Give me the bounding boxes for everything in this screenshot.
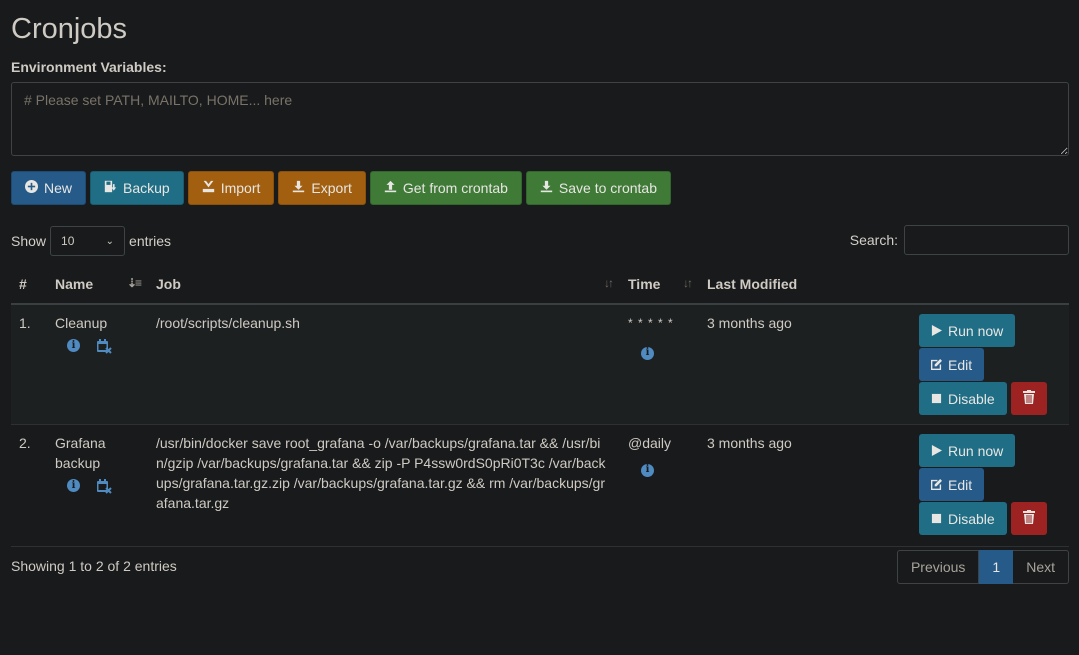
col-modified[interactable]: Last Modified bbox=[699, 264, 911, 305]
stop-icon bbox=[931, 509, 942, 529]
entries-label: entries bbox=[129, 233, 172, 249]
row-modified: 3 months ago bbox=[699, 304, 911, 425]
next-button[interactable]: Next bbox=[1013, 550, 1069, 584]
calendar-remove-icon[interactable] bbox=[96, 339, 112, 354]
sort-icon: ↓↑ bbox=[683, 276, 693, 290]
edit-button[interactable]: Edit bbox=[919, 348, 985, 381]
disable-label: Disable bbox=[948, 510, 995, 527]
edit-icon bbox=[931, 355, 942, 375]
col-job-label: Job bbox=[156, 275, 181, 292]
export-button[interactable]: Export bbox=[278, 171, 366, 205]
row-time-cell: @daily i bbox=[620, 424, 699, 547]
trash-icon bbox=[1022, 389, 1035, 409]
edit-icon bbox=[931, 475, 942, 495]
edit-button[interactable]: Edit bbox=[919, 468, 985, 501]
play-icon bbox=[931, 321, 942, 341]
download-icon bbox=[540, 180, 553, 196]
col-time[interactable]: Time ↓↑ bbox=[620, 264, 699, 305]
save-to-crontab-button[interactable]: Save to crontab bbox=[525, 171, 671, 205]
row-icons: i bbox=[55, 339, 140, 354]
search-input[interactable] bbox=[904, 225, 1069, 255]
row-num: 1. bbox=[11, 304, 47, 425]
info-icon[interactable]: i bbox=[641, 346, 654, 360]
env-vars-textarea[interactable] bbox=[11, 82, 1069, 156]
table-row: 2. Grafana backup i /usr/bin/docker save… bbox=[11, 424, 1069, 547]
backup-button-label: Backup bbox=[123, 180, 170, 196]
row-time: * * * * * bbox=[628, 316, 674, 330]
row-time: @daily bbox=[628, 435, 672, 451]
col-modified-label: Last Modified bbox=[707, 275, 798, 292]
search-control: Search: bbox=[850, 225, 1069, 255]
row-modified: 3 months ago bbox=[699, 424, 911, 547]
info-icon[interactable]: i bbox=[67, 479, 80, 492]
download-icon bbox=[292, 180, 305, 196]
export-button-label: Export bbox=[311, 180, 352, 196]
entries-control: Show 10 ⌄ entries bbox=[11, 226, 171, 256]
upload-icon bbox=[384, 180, 397, 196]
delete-button[interactable] bbox=[1010, 382, 1047, 415]
col-num[interactable]: # bbox=[11, 264, 47, 305]
plus-circle-icon bbox=[25, 180, 38, 196]
entries-select[interactable]: 10 ⌄ bbox=[50, 226, 126, 256]
backup-button[interactable]: Backup bbox=[90, 171, 184, 205]
cronjobs-table: # Name ⇣≡ Job ↓↑ Time ↓↑ Last Modified 1. C… bbox=[11, 264, 1069, 547]
search-label: Search: bbox=[849, 232, 898, 248]
previous-button[interactable]: Previous bbox=[896, 550, 980, 584]
get-from-crontab-button[interactable]: Get from crontab bbox=[369, 171, 522, 205]
sort-asc-icon: ⇣≡ bbox=[126, 276, 142, 290]
run-now-button[interactable]: Run now bbox=[919, 314, 1016, 347]
row-name-cell: Grafana backup i bbox=[47, 424, 148, 547]
save-to-crontab-label: Save to crontab bbox=[558, 180, 657, 196]
col-name[interactable]: Name ⇣≡ bbox=[47, 264, 148, 305]
run-now-button[interactable]: Run now bbox=[919, 434, 1016, 467]
col-actions bbox=[911, 264, 1069, 305]
entries-select-value: 10 bbox=[61, 234, 75, 248]
get-from-crontab-label: Get from crontab bbox=[402, 180, 508, 196]
toolbar: New Backup Import Export Get from cronta… bbox=[11, 171, 671, 205]
run-now-label: Run now bbox=[948, 322, 1004, 339]
disable-button[interactable]: Disable bbox=[919, 382, 1007, 415]
row-job: /root/scripts/cleanup.sh bbox=[148, 304, 620, 425]
new-button-label: New bbox=[44, 180, 73, 196]
col-name-label: Name bbox=[55, 275, 94, 292]
row-num: 2. bbox=[11, 424, 47, 547]
run-now-label: Run now bbox=[948, 442, 1004, 459]
row-name: Cleanup bbox=[55, 315, 108, 331]
env-vars-label: Environment Variables: bbox=[11, 59, 167, 75]
disable-button[interactable]: Disable bbox=[919, 502, 1007, 535]
import-button-label: Import bbox=[220, 180, 261, 196]
page-1-button[interactable]: 1 bbox=[979, 550, 1014, 584]
stop-icon bbox=[931, 389, 942, 409]
table-row: 1. Cleanup i /root/scripts/cleanup.sh * … bbox=[11, 304, 1069, 425]
delete-button[interactable] bbox=[1010, 502, 1047, 535]
col-num-label: # bbox=[19, 275, 27, 292]
info-icon[interactable]: i bbox=[67, 339, 80, 352]
trash-icon bbox=[1022, 509, 1035, 529]
sort-icon: ↓↑ bbox=[604, 276, 614, 290]
pagination: Previous 1 Next bbox=[896, 550, 1069, 584]
row-actions: Run now Edit Disable bbox=[911, 304, 1069, 425]
row-icons: i bbox=[55, 479, 140, 494]
chevron-down-icon: ⌄ bbox=[105, 235, 115, 247]
import-icon bbox=[202, 180, 215, 196]
backup-icon bbox=[104, 180, 117, 196]
col-time-label: Time bbox=[628, 275, 661, 292]
edit-label: Edit bbox=[948, 356, 973, 373]
show-label: Show bbox=[11, 233, 47, 249]
disable-label: Disable bbox=[948, 390, 995, 407]
row-time-cell: * * * * * i bbox=[620, 304, 699, 425]
import-button[interactable]: Import bbox=[187, 171, 275, 205]
info-icon[interactable]: i bbox=[641, 463, 654, 477]
calendar-remove-icon[interactable] bbox=[96, 479, 112, 494]
row-name: Grafana backup bbox=[55, 435, 106, 471]
play-icon bbox=[931, 441, 942, 461]
new-button[interactable]: New bbox=[11, 171, 87, 205]
page-title: Cronjobs bbox=[11, 13, 128, 45]
col-job[interactable]: Job ↓↑ bbox=[148, 264, 620, 305]
row-job: /usr/bin/docker save root_grafana -o /va… bbox=[148, 424, 620, 547]
table-info: Showing 1 to 2 of 2 entries bbox=[11, 558, 177, 574]
edit-label: Edit bbox=[948, 476, 973, 493]
row-name-cell: Cleanup i bbox=[47, 304, 148, 425]
row-actions: Run now Edit Disable bbox=[911, 424, 1069, 547]
